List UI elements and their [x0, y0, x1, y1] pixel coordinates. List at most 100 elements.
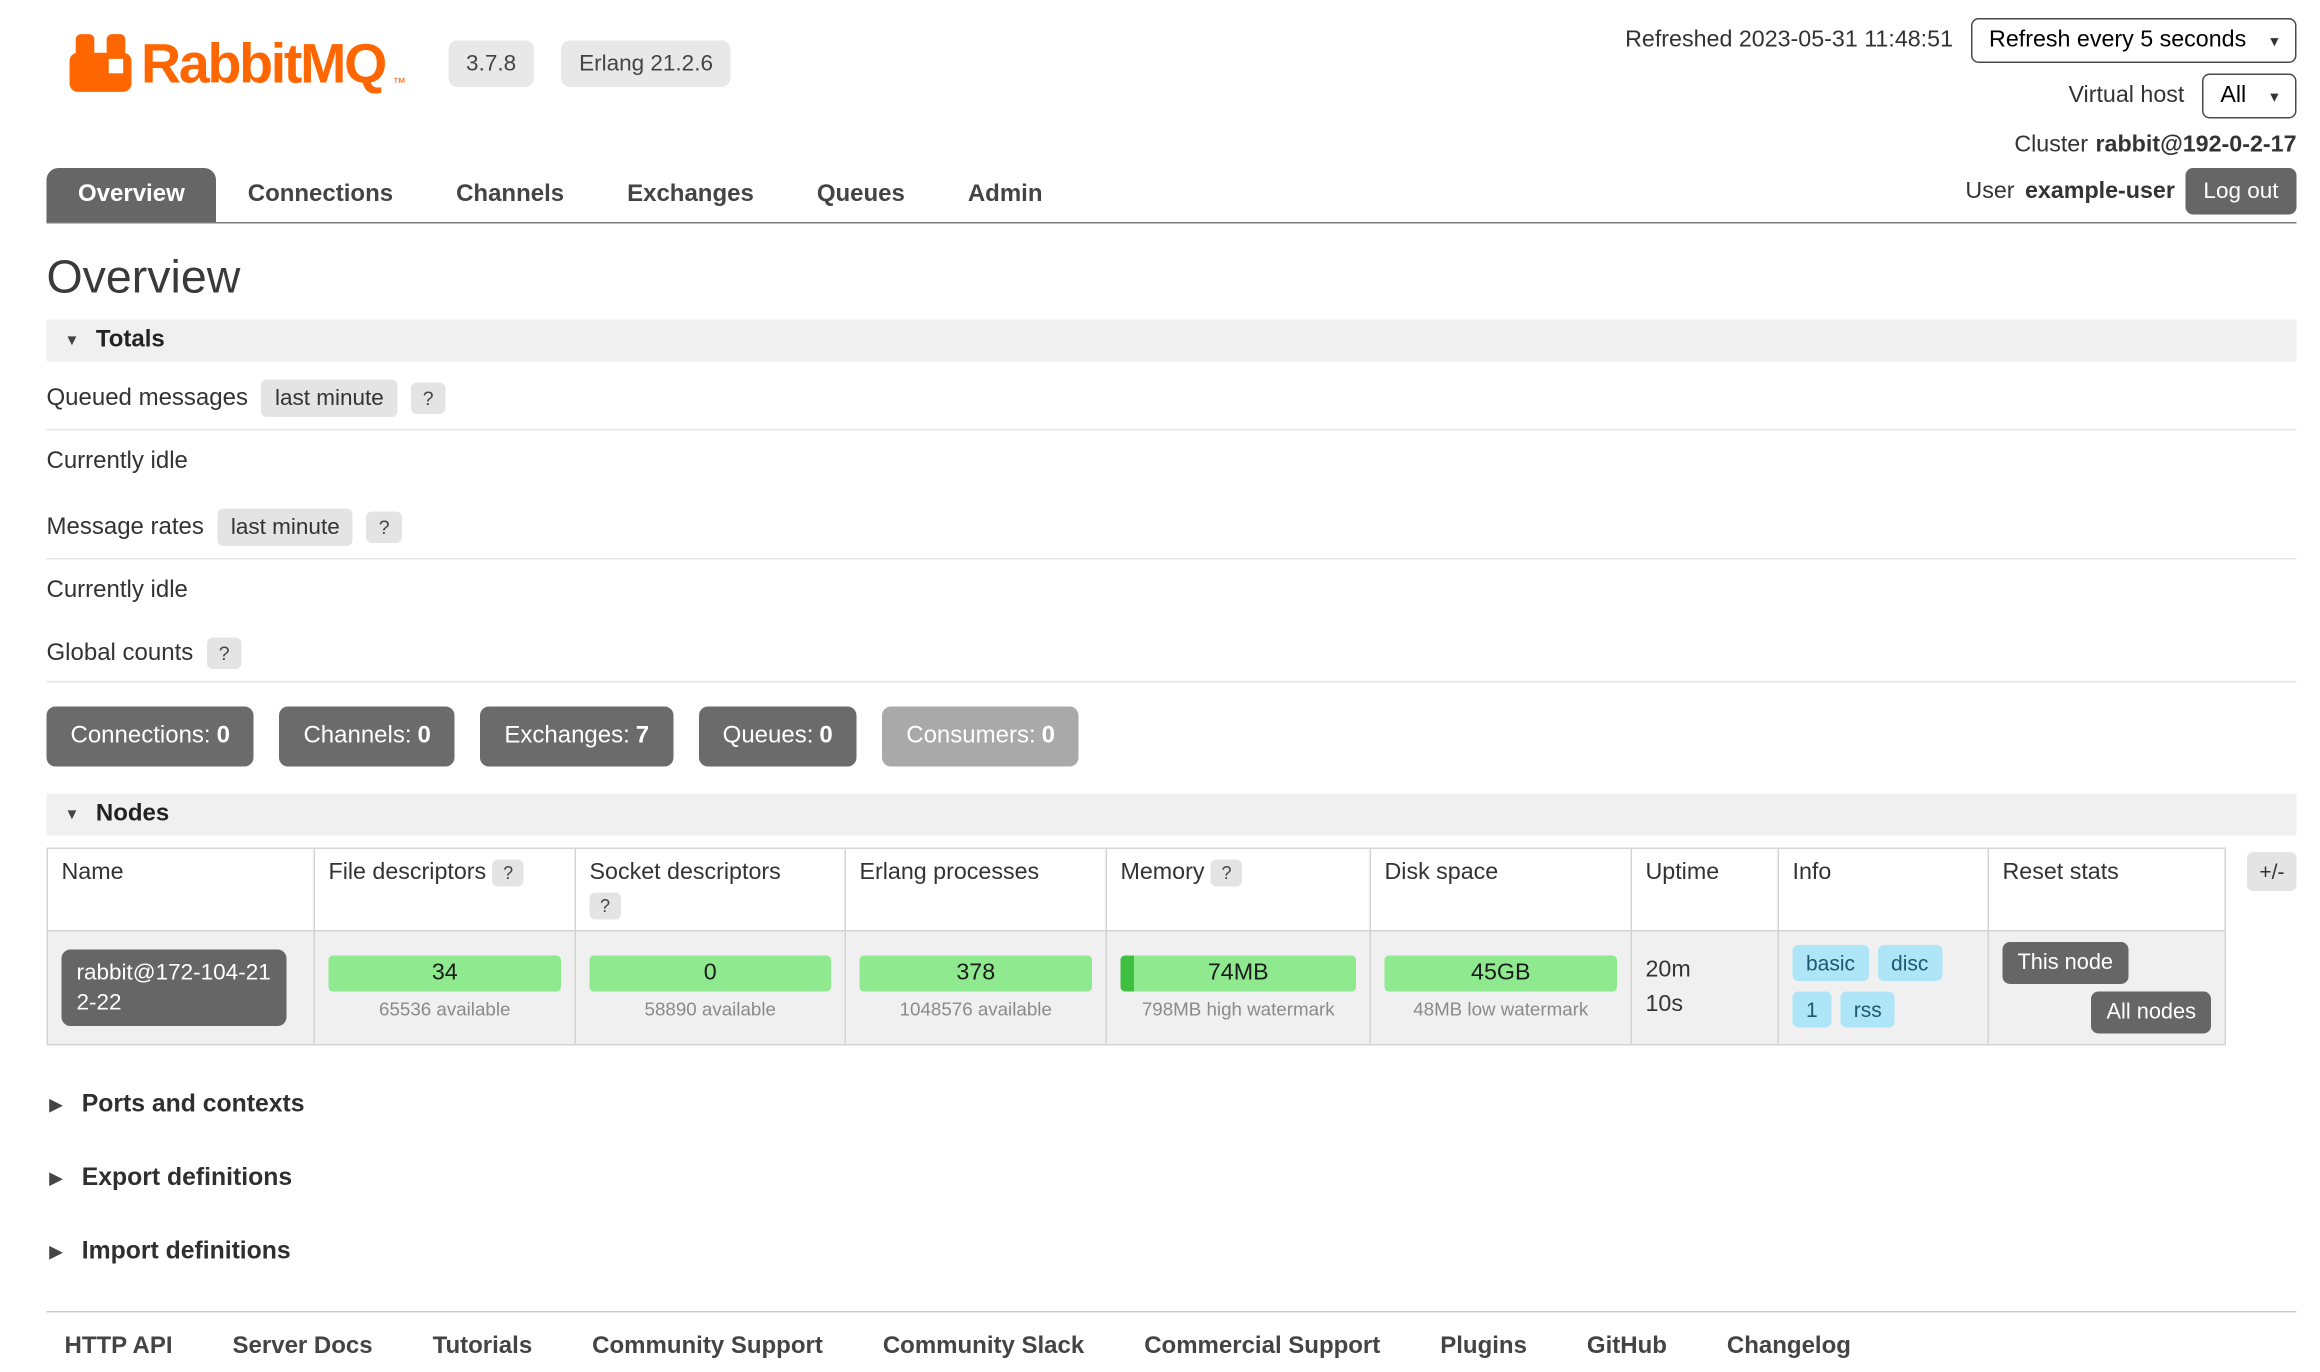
exchanges-count-value: 7: [636, 723, 649, 749]
totals-section-header[interactable]: ▼ Totals: [47, 320, 2297, 362]
page-title: Overview: [47, 251, 2297, 305]
refreshed-timestamp: Refreshed 2023-05-31 11:48:51: [1625, 27, 1953, 54]
page: RabbitMQ ™ 3.7.8 Erlang 21.2.6 Refreshed…: [0, 0, 2320, 1372]
col-erlang-processes: Erlang processes: [845, 848, 1106, 931]
logo-wordmark: RabbitMQ: [141, 35, 385, 91]
col-disk-space: Disk space: [1370, 848, 1631, 931]
message-rates-heading: Message rates last minute ?: [47, 491, 2297, 560]
disk-space-cell: 45GB 48MB low watermark: [1370, 931, 1631, 1045]
collapse-triangle-icon: ▼: [65, 806, 80, 823]
tab-exchanges[interactable]: Exchanges: [596, 168, 786, 222]
queues-count-value: 0: [819, 723, 832, 749]
queued-messages-label: Queued messages: [47, 385, 248, 412]
footer-link-tutorials[interactable]: Tutorials: [433, 1334, 533, 1361]
refresh-interval-select[interactable]: Refresh every 5 seconds ▾: [1971, 18, 2296, 63]
info-badge-rss: rss: [1840, 992, 1895, 1028]
column-toggle-badge[interactable]: +/-: [2247, 852, 2296, 891]
message-rates-label: Message rates: [47, 514, 204, 541]
expand-triangle-icon: ▶: [50, 1242, 63, 1262]
file-descriptors-available: 65536 available: [329, 999, 562, 1020]
erlang-processes-cell: 378 1048576 available: [845, 931, 1106, 1045]
chevron-down-icon: ▾: [2270, 31, 2278, 51]
channels-count-badge: Channels:0: [279, 707, 454, 767]
tab-queues[interactable]: Queues: [785, 168, 936, 222]
file-descriptors-meter: 34: [329, 956, 562, 992]
uptime-value-line1: 20m: [1646, 954, 1765, 988]
export-definitions-section-header[interactable]: ▶ Export definitions: [50, 1164, 2294, 1193]
nodes-table: Name File descriptors ? Socket descripto…: [47, 848, 2227, 1046]
ports-and-contexts-section-header[interactable]: ▶ Ports and contexts: [50, 1091, 2294, 1120]
col-info: Info: [1778, 848, 1988, 931]
rabbitmq-logo[interactable]: RabbitMQ ™: [68, 30, 407, 96]
import-definitions-title: Import definitions: [82, 1238, 291, 1267]
queued-messages-heading: Queued messages last minute ?: [47, 362, 2297, 431]
chevron-down-icon: ▾: [2270, 86, 2278, 106]
virtual-host-select[interactable]: All ▾: [2202, 74, 2296, 119]
reset-all-nodes-button[interactable]: All nodes: [2092, 992, 2211, 1034]
refresh-interval-value: Refresh every 5 seconds: [1989, 27, 2246, 54]
nodes-table-header-row: Name File descriptors ? Socket descripto…: [47, 848, 2225, 931]
erlang-processes-meter: 378: [860, 956, 1093, 992]
col-memory: Memory ?: [1106, 848, 1370, 931]
footer-link-changelog[interactable]: Changelog: [1727, 1334, 1851, 1361]
tab-connections[interactable]: Connections: [216, 168, 424, 222]
footer-link-github[interactable]: GitHub: [1587, 1334, 1667, 1361]
footer-link-http-api[interactable]: HTTP API: [65, 1334, 173, 1361]
tab-overview[interactable]: Overview: [47, 168, 217, 222]
tab-channels[interactable]: Channels: [425, 168, 596, 222]
nodes-section-header[interactable]: ▼ Nodes: [47, 794, 2297, 836]
collapse-triangle-icon: ▼: [65, 332, 80, 349]
message-rates-status: Currently idle: [47, 560, 2297, 620]
expand-triangle-icon: ▶: [50, 1095, 63, 1115]
col-socket-descriptors: Socket descriptors ?: [575, 848, 845, 931]
node-row: rabbit@172-104-212-22 34 65536 available…: [47, 931, 2225, 1045]
tab-bar: Overview Connections Channels Exchanges …: [47, 168, 2297, 224]
user-label: User: [1965, 178, 2014, 205]
exchanges-count-badge: Exchanges:7: [480, 707, 673, 767]
node-name-link[interactable]: rabbit@172-104-212-22: [62, 950, 287, 1027]
info-cell: basicdisc 1rss: [1778, 931, 1988, 1045]
memory-used-bar: [1121, 956, 1135, 992]
socket-descriptors-available: 58890 available: [590, 999, 832, 1020]
queued-messages-status: Currently idle: [47, 431, 2297, 491]
header-left: RabbitMQ ™ 3.7.8 Erlang 21.2.6: [47, 18, 731, 96]
help-icon[interactable]: ?: [411, 383, 446, 415]
help-icon[interactable]: ?: [493, 860, 524, 887]
reset-this-node-button[interactable]: This node: [2003, 942, 2129, 984]
queued-messages-period-select[interactable]: last minute: [261, 380, 397, 418]
disk-space-watermark: 48MB low watermark: [1385, 999, 1618, 1020]
tab-admin[interactable]: Admin: [936, 168, 1074, 222]
connections-count-badge: Connections:0: [47, 707, 254, 767]
col-name: Name: [47, 848, 314, 931]
connections-count-value: 0: [217, 723, 230, 749]
erlang-version-badge: Erlang 21.2.6: [561, 40, 731, 87]
uptime-cell: 20m 10s: [1631, 931, 1778, 1045]
queues-count-badge: Queues:0: [699, 707, 857, 767]
footer-link-community-support[interactable]: Community Support: [592, 1334, 823, 1361]
info-badge-disc: disc: [1878, 945, 1942, 981]
message-rates-period-select[interactable]: last minute: [217, 509, 353, 547]
help-icon[interactable]: ?: [1211, 860, 1242, 887]
global-counts-heading: Global counts ?: [47, 620, 2297, 683]
node-name-cell: rabbit@172-104-212-22: [47, 931, 314, 1045]
memory-meter: 74MB: [1121, 956, 1357, 992]
cluster-line: Cluster rabbit@192-0-2-17: [2014, 129, 2296, 159]
help-icon[interactable]: ?: [367, 512, 402, 544]
consumers-count-badge: Consumers:0: [882, 707, 1079, 767]
help-icon[interactable]: ?: [590, 893, 621, 920]
user-box: User example-user Log out: [1965, 168, 2296, 222]
footer-link-server-docs[interactable]: Server Docs: [233, 1334, 373, 1361]
ports-and-contexts-title: Ports and contexts: [82, 1091, 305, 1120]
footer: HTTP API Server Docs Tutorials Community…: [47, 1311, 2297, 1372]
footer-link-commercial-support[interactable]: Commercial Support: [1144, 1334, 1380, 1361]
logout-button[interactable]: Log out: [2185, 168, 2296, 215]
virtual-host-value: All: [2220, 83, 2246, 110]
consumers-count-value: 0: [1042, 723, 1055, 749]
help-icon[interactable]: ?: [207, 638, 242, 670]
footer-link-plugins[interactable]: Plugins: [1440, 1334, 1527, 1361]
refresh-line: Refreshed 2023-05-31 11:48:51 Refresh ev…: [1625, 18, 2296, 63]
import-definitions-section-header[interactable]: ▶ Import definitions: [50, 1238, 2294, 1267]
info-badge-count: 1: [1793, 992, 1832, 1028]
footer-link-community-slack[interactable]: Community Slack: [883, 1334, 1084, 1361]
nodes-table-wrap: Name File descriptors ? Socket descripto…: [47, 848, 2297, 1046]
